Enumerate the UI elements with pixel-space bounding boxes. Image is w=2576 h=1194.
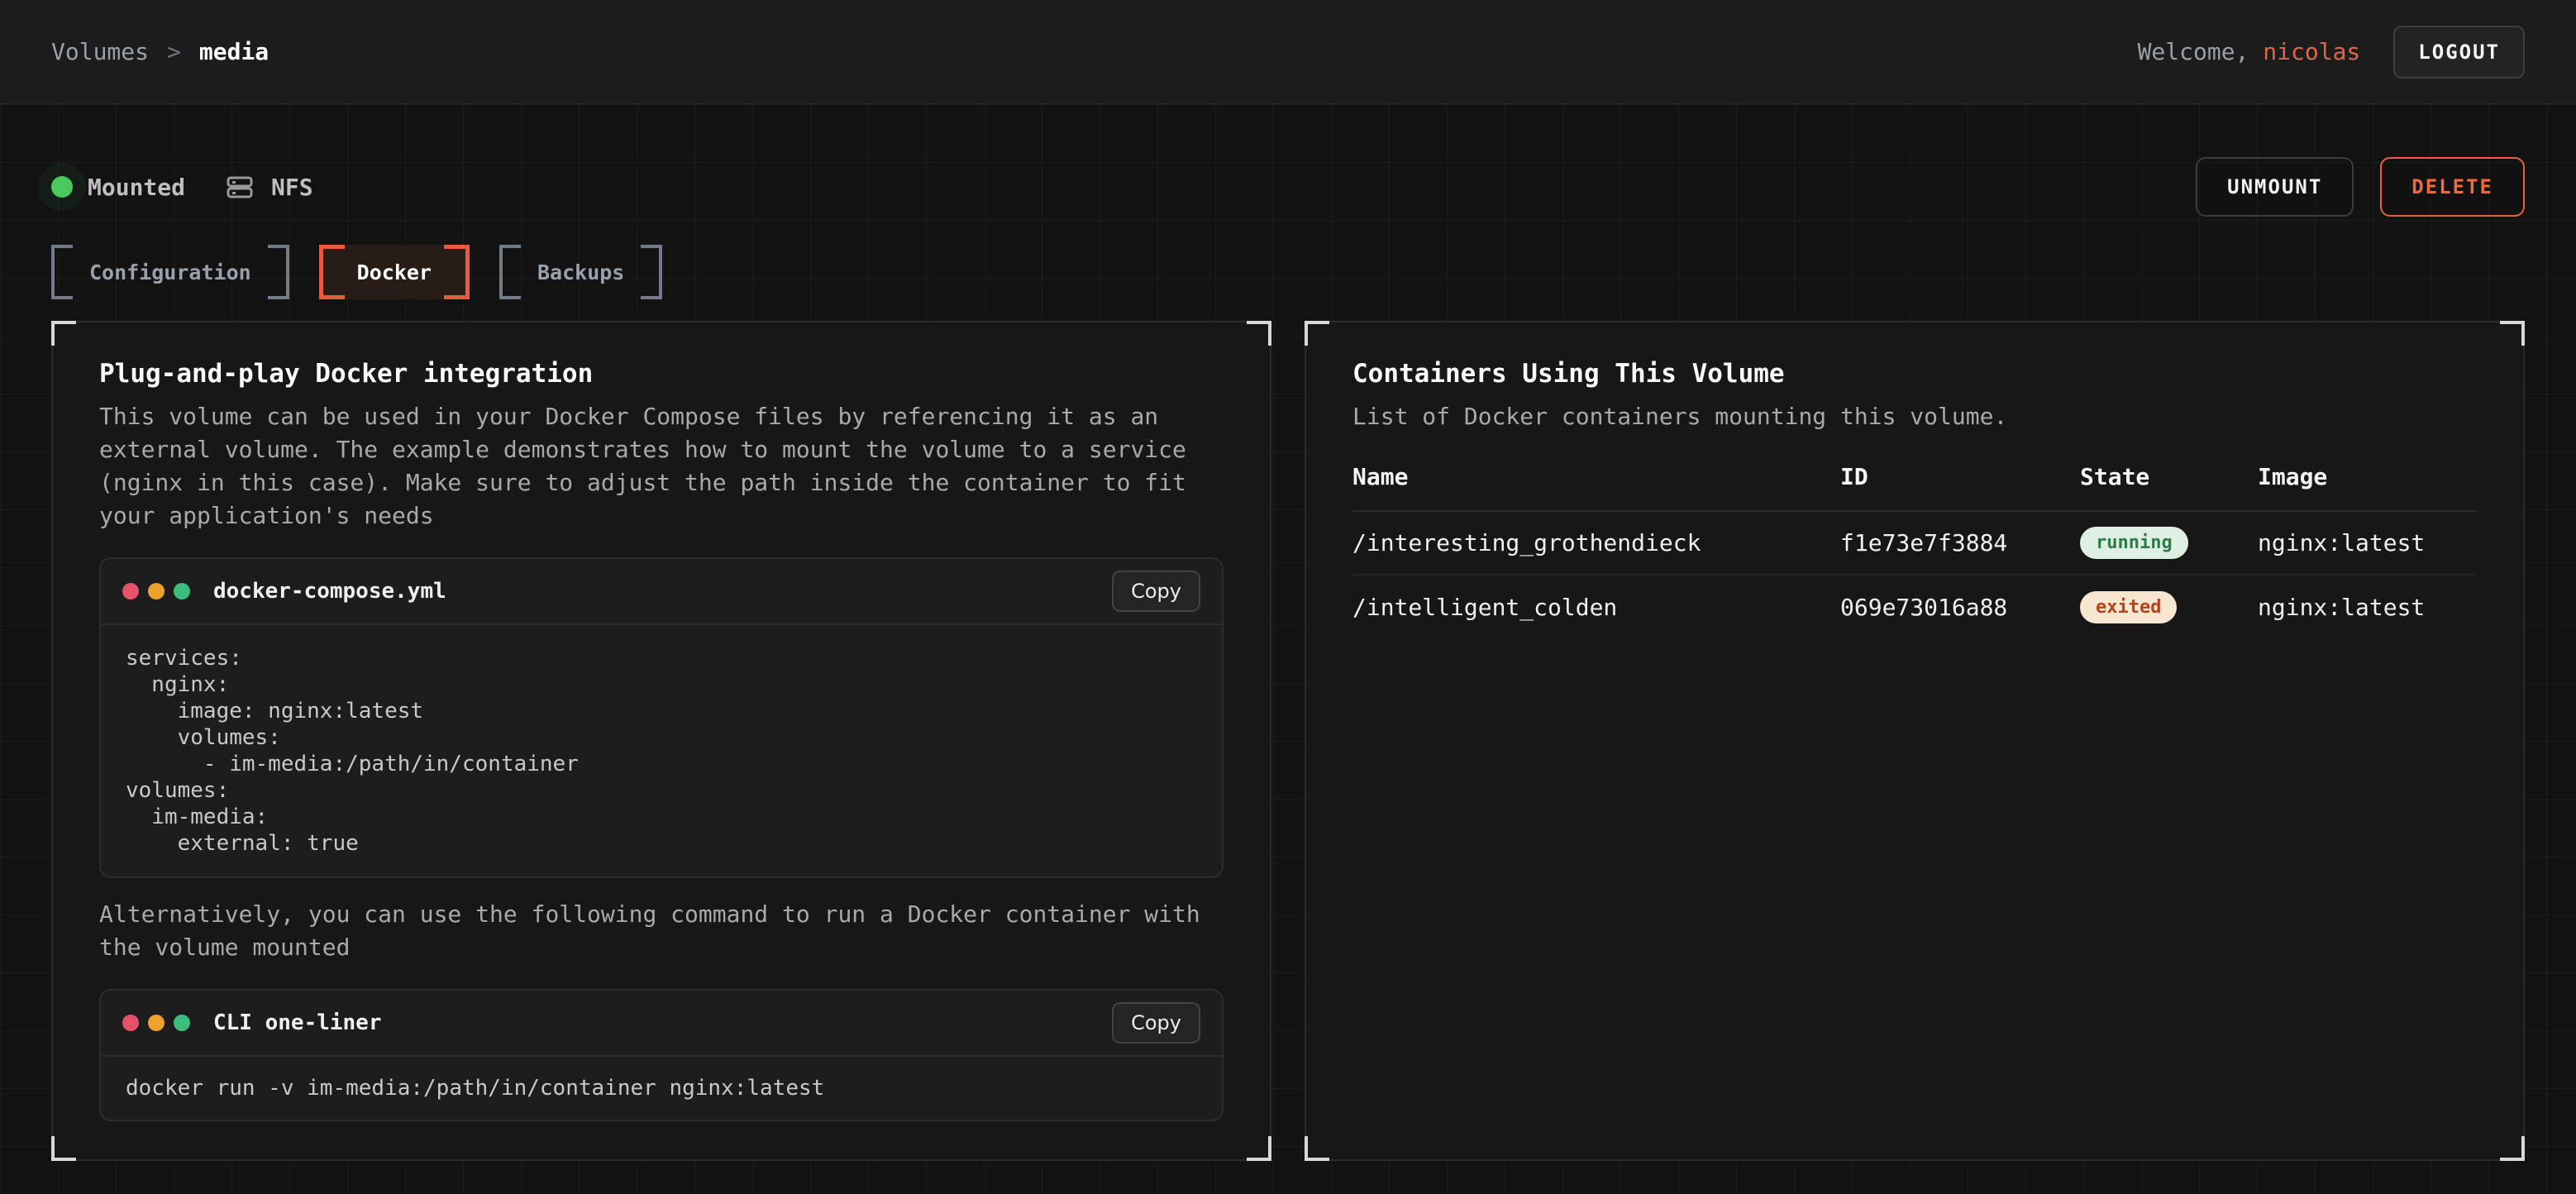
cli-copy-button[interactable]: Copy	[1112, 1002, 1200, 1044]
state-badge: exited	[2080, 591, 2177, 623]
amber-dot-icon	[148, 1015, 165, 1031]
containers-table: Name ID State Image /interesting_grothen…	[1352, 463, 2477, 639]
cell-name: /intelligent_colden	[1352, 594, 1840, 621]
cell-id: 069e73016a88	[1840, 594, 2080, 621]
docker-panel-title: Plug-and-play Docker integration	[99, 359, 1224, 389]
breadcrumb: Volumes > media	[51, 38, 269, 65]
action-group: UNMOUNT DELETE	[2196, 157, 2525, 217]
delete-button[interactable]: DELETE	[2380, 157, 2525, 217]
table-header-id: ID	[1840, 463, 2080, 490]
server-icon	[223, 170, 256, 203]
cell-id: f1e73e7f3884	[1840, 529, 2080, 556]
driver-label: NFS	[271, 174, 313, 201]
cli-intro-text: Alternatively, you can use the following…	[99, 898, 1224, 964]
tab-backups[interactable]: Backups	[499, 245, 662, 299]
containers-panel-subtitle: List of Docker containers mounting this …	[1352, 400, 2477, 433]
volume-toolbar: Mounted NFS UNMOUNT DELETE	[51, 157, 2525, 217]
green-dot-icon	[174, 1015, 190, 1031]
compose-copy-button[interactable]: Copy	[1112, 571, 1200, 612]
driver-status: NFS	[223, 170, 313, 203]
green-dot-icon	[174, 583, 190, 599]
panel-corner	[1305, 1136, 1329, 1161]
cli-code-block: CLI one-liner Copy docker run -v im-medi…	[99, 989, 1224, 1121]
username: nicolas	[2263, 38, 2360, 65]
cell-image: nginx:latest	[2258, 529, 2477, 556]
tab-configuration[interactable]: Configuration	[51, 245, 289, 299]
mounted-status: Mounted	[51, 174, 185, 201]
amber-dot-icon	[148, 583, 165, 599]
panel-corner	[51, 321, 76, 346]
breadcrumb-current: media	[199, 38, 269, 65]
cell-image: nginx:latest	[2258, 594, 2477, 621]
table-header-name: Name	[1352, 463, 1840, 490]
cli-filename: CLI one-liner	[213, 1010, 382, 1035]
table-row: /intelligent_colden 069e73016a88 exited …	[1352, 576, 2477, 639]
panel-corner	[51, 1136, 76, 1161]
tab-docker[interactable]: Docker	[319, 245, 470, 299]
cli-code-content: docker run -v im-media:/path/in/containe…	[101, 1057, 1222, 1120]
panel-corner	[1305, 321, 1329, 346]
topbar: Volumes > media Welcome, nicolas LOGOUT	[0, 0, 2576, 104]
mounted-dot-icon	[51, 176, 73, 198]
compose-code-block: docker-compose.yml Copy services: nginx:…	[99, 557, 1224, 878]
topbar-right: Welcome, nicolas LOGOUT	[2138, 26, 2525, 79]
containers-panel-title: Containers Using This Volume	[1352, 359, 2477, 389]
welcome-text: Welcome, nicolas	[2138, 38, 2361, 65]
docker-integration-panel: Plug-and-play Docker integration This vo…	[51, 321, 1271, 1161]
unmount-button[interactable]: UNMOUNT	[2196, 157, 2354, 217]
containers-panel: Containers Using This Volume List of Doc…	[1305, 321, 2525, 1161]
panels-row: Plug-and-play Docker integration This vo…	[51, 321, 2525, 1161]
docker-panel-description: This volume can be used in your Docker C…	[99, 400, 1224, 533]
window-dots	[122, 583, 190, 599]
tab-bar: Configuration Docker Backups	[51, 245, 2525, 299]
compose-filename: docker-compose.yml	[213, 579, 446, 604]
panel-corner	[1247, 321, 1271, 346]
table-header-row: Name ID State Image	[1352, 463, 2477, 512]
panel-corner	[2500, 321, 2525, 346]
compose-code-content: services: nginx: image: nginx:latest vol…	[101, 625, 1222, 876]
breadcrumb-volumes-link[interactable]: Volumes	[51, 38, 149, 65]
table-row: /interesting_grothendieck f1e73e7f3884 r…	[1352, 512, 2477, 576]
logout-button[interactable]: LOGOUT	[2393, 26, 2525, 79]
mounted-label: Mounted	[88, 174, 185, 201]
cli-code-header: CLI one-liner Copy	[101, 991, 1222, 1057]
red-dot-icon	[122, 1015, 139, 1031]
table-header-image: Image	[2258, 463, 2477, 490]
cell-name: /interesting_grothendieck	[1352, 529, 1840, 556]
table-header-state: State	[2080, 463, 2258, 490]
panel-corner	[2500, 1136, 2525, 1161]
chevron-right-icon: >	[167, 38, 181, 65]
welcome-prefix: Welcome,	[2138, 38, 2264, 65]
window-dots	[122, 1015, 190, 1031]
red-dot-icon	[122, 583, 139, 599]
state-badge: running	[2080, 527, 2188, 559]
panel-corner	[1247, 1136, 1271, 1161]
compose-code-header: docker-compose.yml Copy	[101, 559, 1222, 625]
status-group: Mounted NFS	[51, 170, 313, 203]
page-content: Mounted NFS UNMOUNT DELETE Configuration	[0, 104, 2576, 1194]
